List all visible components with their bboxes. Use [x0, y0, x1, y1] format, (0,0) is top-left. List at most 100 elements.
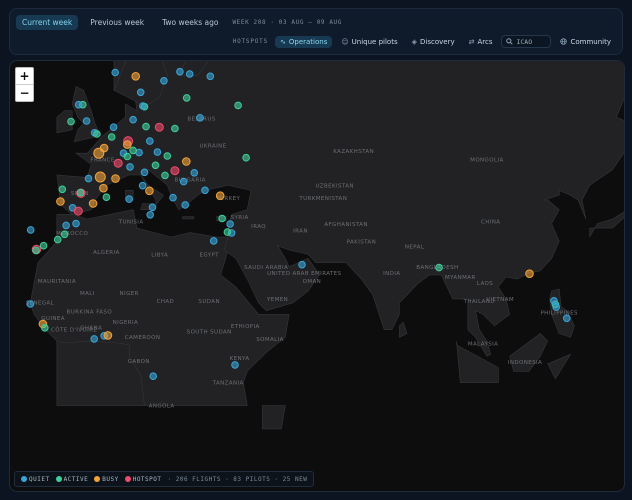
hotspot-marker-active[interactable] [76, 188, 85, 197]
hotspot-marker-hotspot[interactable] [113, 158, 123, 168]
hotspot-marker-quiet[interactable] [298, 260, 306, 269]
hotspot-marker-active[interactable] [242, 153, 250, 162]
hotspot-marker-busy[interactable] [93, 147, 105, 159]
hotspot-marker-quiet[interactable] [72, 219, 80, 228]
zoom-out-button[interactable]: − [16, 84, 33, 101]
country-label: BURKINA FASO [67, 310, 113, 316]
hotspot-marker-quiet[interactable] [146, 211, 154, 219]
hotspot-marker-quiet[interactable] [185, 70, 194, 78]
hotspot-marker-active[interactable] [182, 94, 191, 102]
hotspot-marker-active[interactable] [67, 117, 75, 126]
view-operations-button[interactable]: ∿ Operations [275, 35, 333, 48]
hotspot-marker-hotspot[interactable] [154, 122, 164, 132]
tab-current-week[interactable]: Current week [16, 15, 79, 30]
hotspot-marker-quiet[interactable] [231, 361, 239, 369]
hotspot-marker-quiet[interactable] [111, 68, 119, 77]
hotspot-marker-active[interactable] [53, 235, 62, 244]
hotspot-marker-active[interactable] [171, 124, 179, 133]
hotspot-marker-quiet[interactable] [139, 102, 147, 110]
hotspot-marker-quiet[interactable] [181, 201, 189, 209]
hotspot-marker-busy[interactable] [123, 140, 132, 149]
hotspot-marker-quiet[interactable] [84, 174, 93, 183]
hotspot-marker-active[interactable] [123, 152, 132, 161]
hotspot-marker-active[interactable] [161, 171, 169, 180]
hotspot-marker-busy[interactable] [145, 186, 154, 196]
view-unique-pilots-button[interactable]: ☺ Unique pilots [336, 36, 402, 48]
hotspot-marker-busy[interactable] [131, 72, 140, 81]
tab-two-weeks-ago[interactable]: Two weeks ago [156, 15, 224, 30]
hotspot-marker-active[interactable] [151, 161, 160, 170]
hotspot-marker-busy[interactable] [99, 183, 108, 193]
country-label: MALAYSIA [468, 342, 498, 348]
legend-busy-swatch [94, 476, 101, 482]
hotspot-marker-active[interactable] [234, 101, 242, 110]
hotspot-marker-quiet[interactable] [201, 186, 209, 195]
hotspot-marker-quiet[interactable] [148, 203, 157, 212]
hotspot-marker-active[interactable] [163, 152, 172, 160]
hotspot-marker-quiet[interactable] [149, 372, 157, 381]
hotspot-marker-hotspot[interactable] [170, 166, 180, 176]
icao-search-input[interactable]: ICAO [501, 35, 552, 48]
hotspot-marker-quiet[interactable] [129, 115, 137, 124]
hotspot-marker-quiet[interactable] [126, 163, 134, 171]
hotspot-marker-active[interactable] [32, 246, 40, 255]
hotspot-marker-quiet[interactable] [140, 168, 149, 177]
hotspot-marker-quiet[interactable] [226, 220, 234, 228]
hotspot-marker-busy[interactable] [94, 171, 106, 183]
hotspot-marker-busy[interactable] [88, 199, 98, 208]
legend-quiet-swatch [21, 476, 27, 482]
hotspot-marker-active[interactable] [142, 122, 150, 131]
land-masses [29, 61, 624, 430]
hotspot-marker-quiet[interactable] [62, 221, 70, 230]
hotspot-marker-active[interactable] [435, 263, 443, 272]
hotspot-marker-busy[interactable] [56, 197, 65, 206]
hotspot-marker-quiet[interactable] [125, 195, 133, 203]
hotspot-marker-quiet[interactable] [563, 314, 571, 323]
hotspot-marker-active[interactable] [107, 133, 116, 141]
hotspot-marker-quiet[interactable] [176, 67, 184, 76]
hotspot-marker-quiet[interactable] [209, 237, 218, 245]
hotspot-marker-quiet[interactable] [26, 226, 35, 234]
world-map[interactable]: BELARUSUKRAINEFRANCESPAINBULGARIATURKEYK… [9, 60, 625, 492]
hotspot-marker-quiet[interactable] [206, 72, 215, 81]
hotspot-marker-quiet[interactable] [109, 123, 118, 131]
hotspot-marker-active[interactable] [102, 193, 111, 201]
hotspot-marker-quiet[interactable] [136, 88, 145, 97]
hotspot-marker-active[interactable] [129, 146, 137, 155]
hotspot-marker-active[interactable] [41, 324, 49, 332]
hotspot-marker-quiet[interactable] [190, 169, 199, 177]
hotspot-marker-quiet[interactable] [160, 77, 168, 85]
hotspot-marker-quiet[interactable] [550, 297, 558, 305]
hotspot-marker-quiet[interactable] [146, 137, 154, 145]
zoom-in-button[interactable]: + [16, 68, 33, 84]
hotspot-marker-quiet[interactable] [169, 193, 177, 202]
hotspot-marker-quiet[interactable] [138, 181, 147, 190]
pulse-icon: ∿ [280, 37, 286, 46]
hotspot-marker-busy[interactable] [525, 269, 534, 278]
community-button[interactable]: Community [555, 36, 616, 48]
hotspot-marker-busy[interactable] [182, 157, 191, 166]
hotspot-marker-busy[interactable] [215, 191, 225, 200]
hotspot-marker-quiet[interactable] [196, 114, 204, 122]
view-discovery-button[interactable]: ◈ Discovery [407, 36, 460, 48]
hotspot-marker-active[interactable] [93, 130, 101, 138]
hotspot-marker-active[interactable] [58, 185, 67, 194]
hotspot-marker-quiet[interactable] [153, 148, 162, 156]
hotspot-marker-active[interactable] [39, 241, 48, 250]
legend-active: ACTIVE [55, 476, 89, 483]
hotspot-marker-quiet[interactable] [82, 117, 91, 125]
view-arcs-button[interactable]: ⇄ Arcs [464, 36, 498, 48]
hotspot-marker-quiet[interactable] [74, 100, 83, 109]
hotspot-marker-active[interactable] [223, 228, 232, 236]
hotspot-marker-hotspot[interactable] [73, 206, 83, 216]
hotspot-marker-busy[interactable] [103, 331, 113, 340]
hotspot-marker-quiet[interactable] [26, 300, 35, 308]
hotspot-marker-quiet[interactable] [552, 303, 561, 311]
tab-previous-week[interactable]: Previous week [84, 15, 150, 30]
hotspot-marker-busy[interactable] [111, 174, 120, 183]
hotspot-marker-active[interactable] [60, 230, 69, 239]
hotspot-marker-quiet[interactable] [179, 177, 188, 186]
hotspot-marker-active[interactable] [218, 214, 226, 223]
map-canvas[interactable]: BELARUSUKRAINEFRANCESPAINBULGARIATURKEYK… [10, 61, 624, 491]
hotspot-marker-quiet[interactable] [90, 335, 98, 343]
